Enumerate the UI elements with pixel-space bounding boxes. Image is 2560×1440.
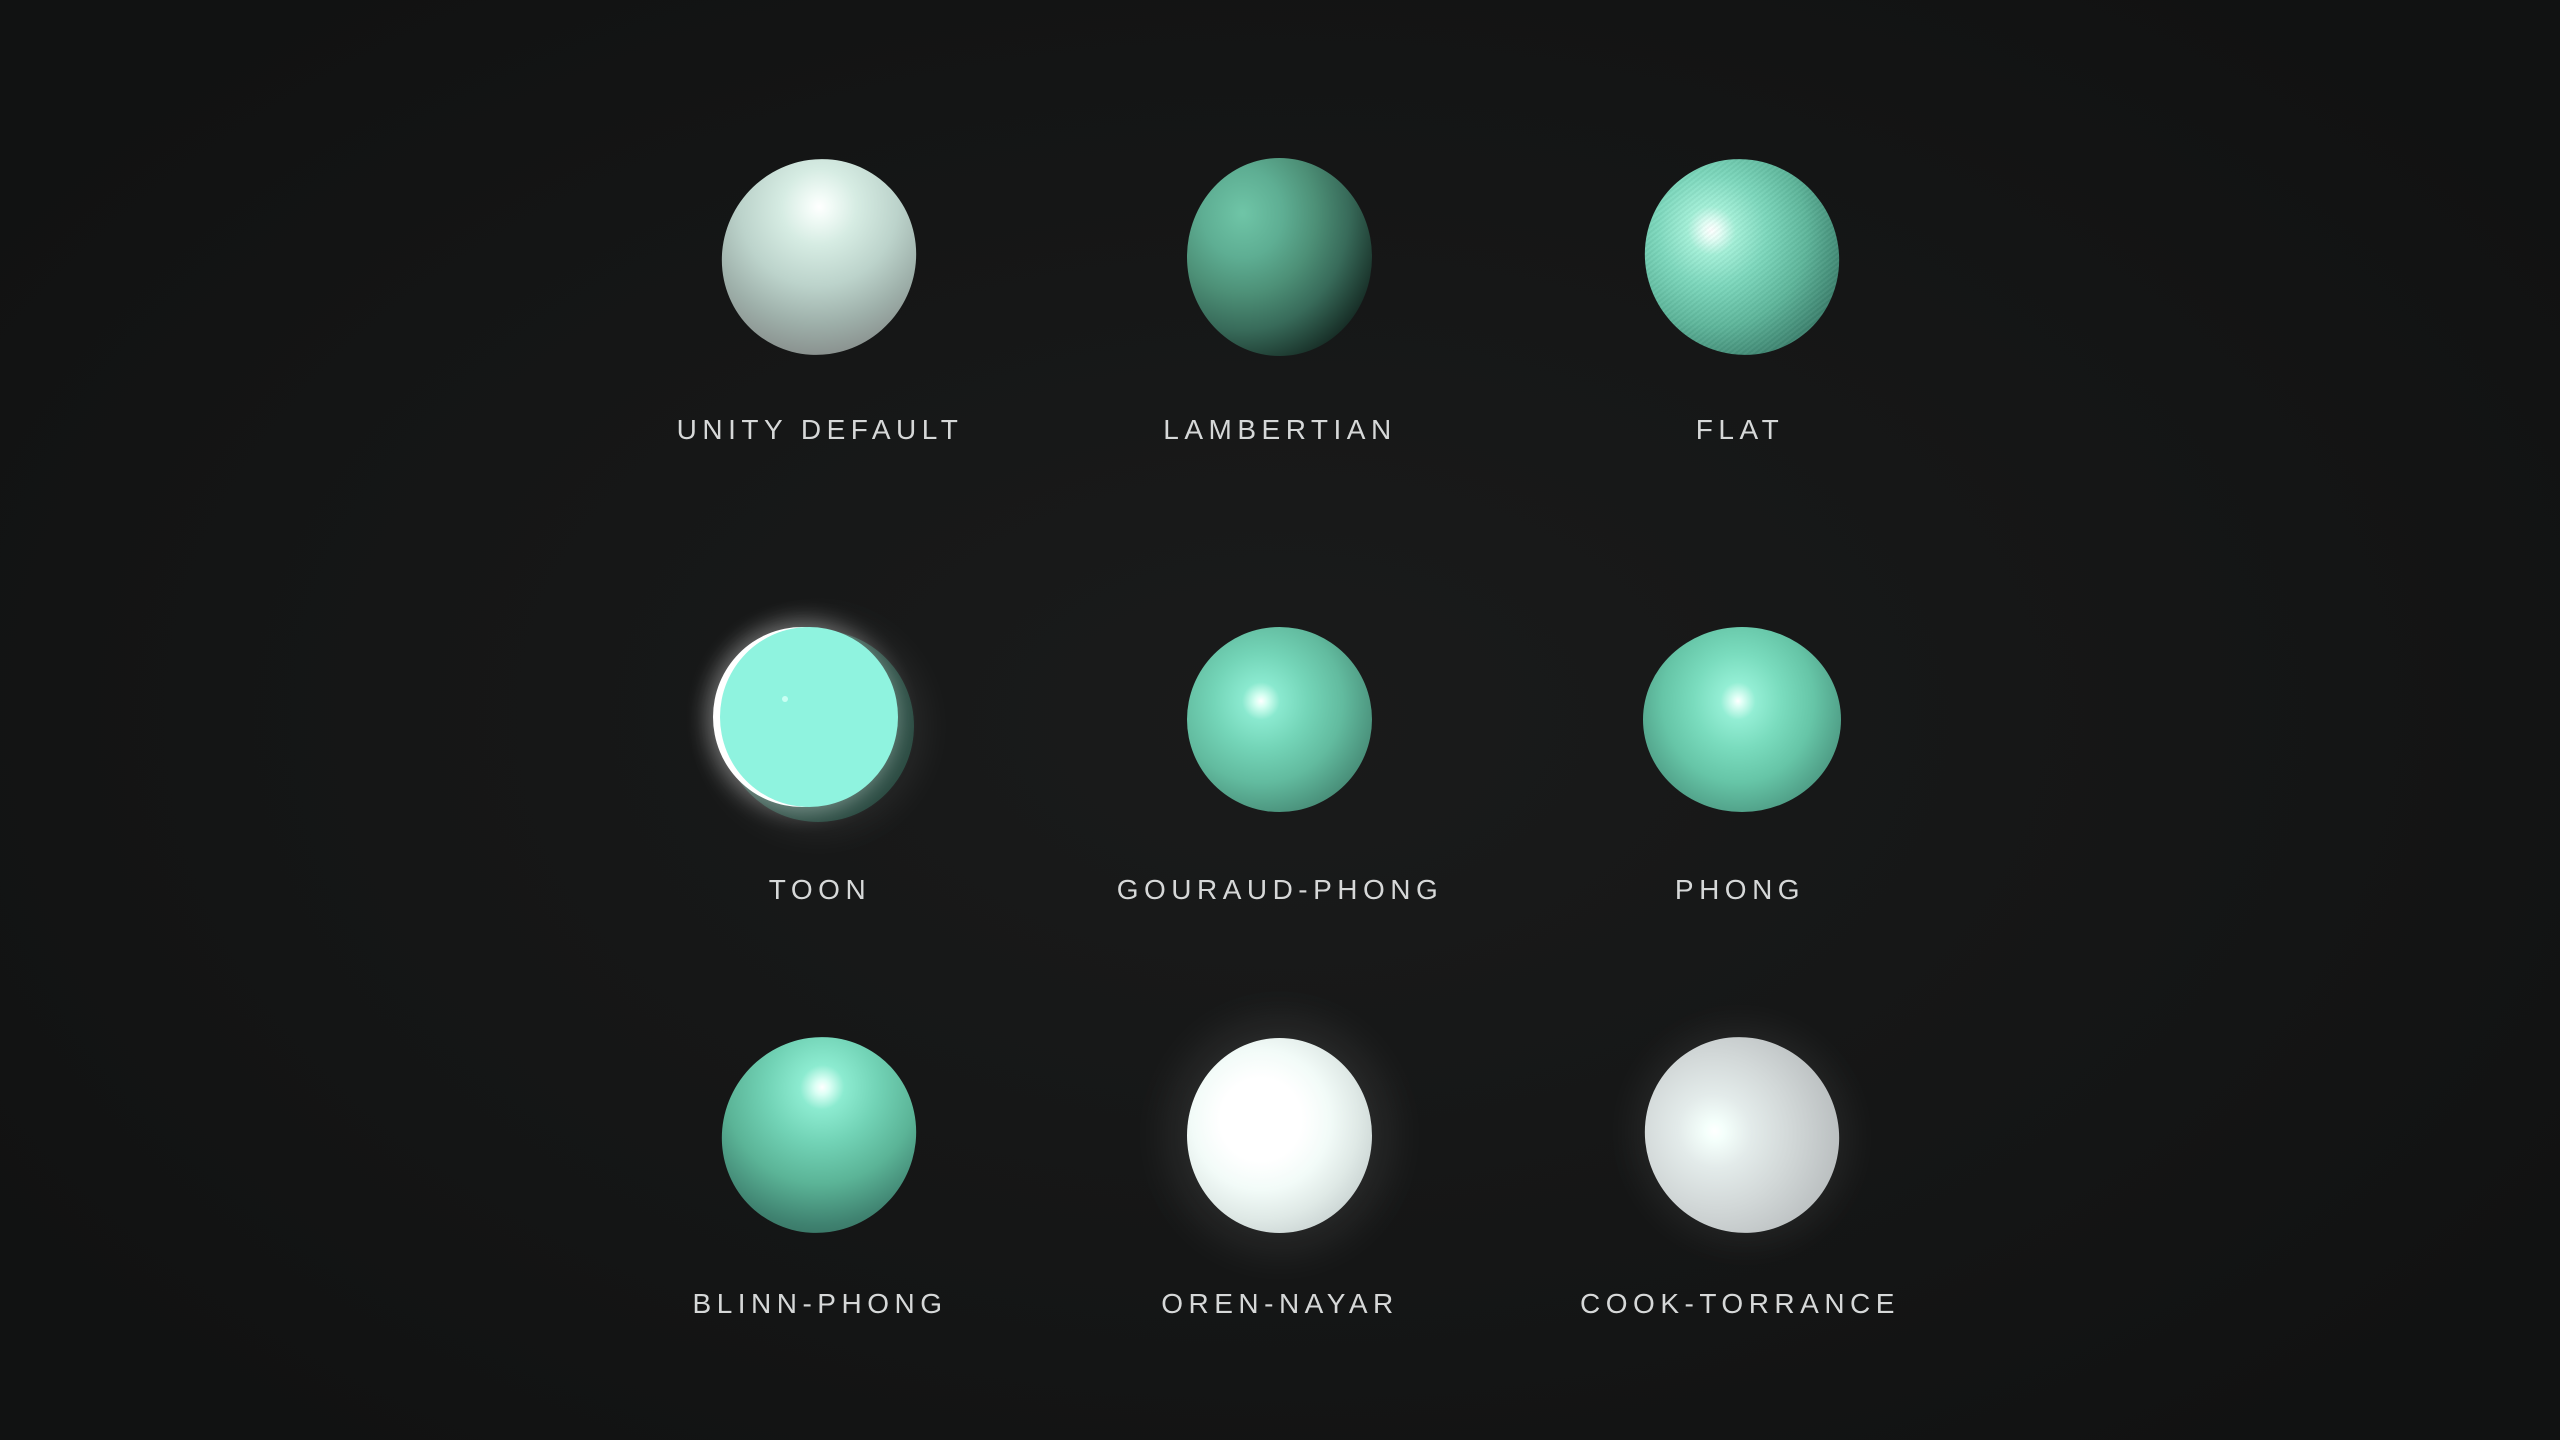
unity-default-sphere — [682, 119, 956, 395]
cook-torrance-sphere — [1605, 997, 1879, 1273]
shader-label-lambertian: LAMBERTIAN — [1163, 414, 1397, 445]
shader-label-toon: TOON — [768, 874, 872, 905]
toon-specular-dot — [782, 696, 788, 702]
flat-sphere — [1605, 119, 1879, 395]
lambertian-sphere — [1187, 158, 1372, 356]
shader-label-flat: FLAT — [1695, 414, 1785, 445]
toon-sphere — [720, 627, 898, 807]
shader-label-phong: PHONG — [1674, 874, 1806, 905]
oren-nayar-sphere — [1187, 1038, 1372, 1233]
shader-label-gouraud-phong: GOURAUD-PHONG — [1116, 874, 1444, 905]
shader-label-blinn-phong: BLINN-PHONG — [692, 1288, 948, 1319]
gouraud-phong-sphere — [1187, 627, 1372, 812]
shader-label-cook-torrance: COOK-TORRANCE — [1580, 1288, 1900, 1319]
phong-sphere — [1643, 627, 1841, 812]
blinn-phong-sphere — [682, 997, 956, 1273]
shader-label-unity-default: UNITY DEFAULT — [676, 414, 964, 445]
shader-label-oren-nayar: OREN-NAYAR — [1161, 1288, 1399, 1319]
